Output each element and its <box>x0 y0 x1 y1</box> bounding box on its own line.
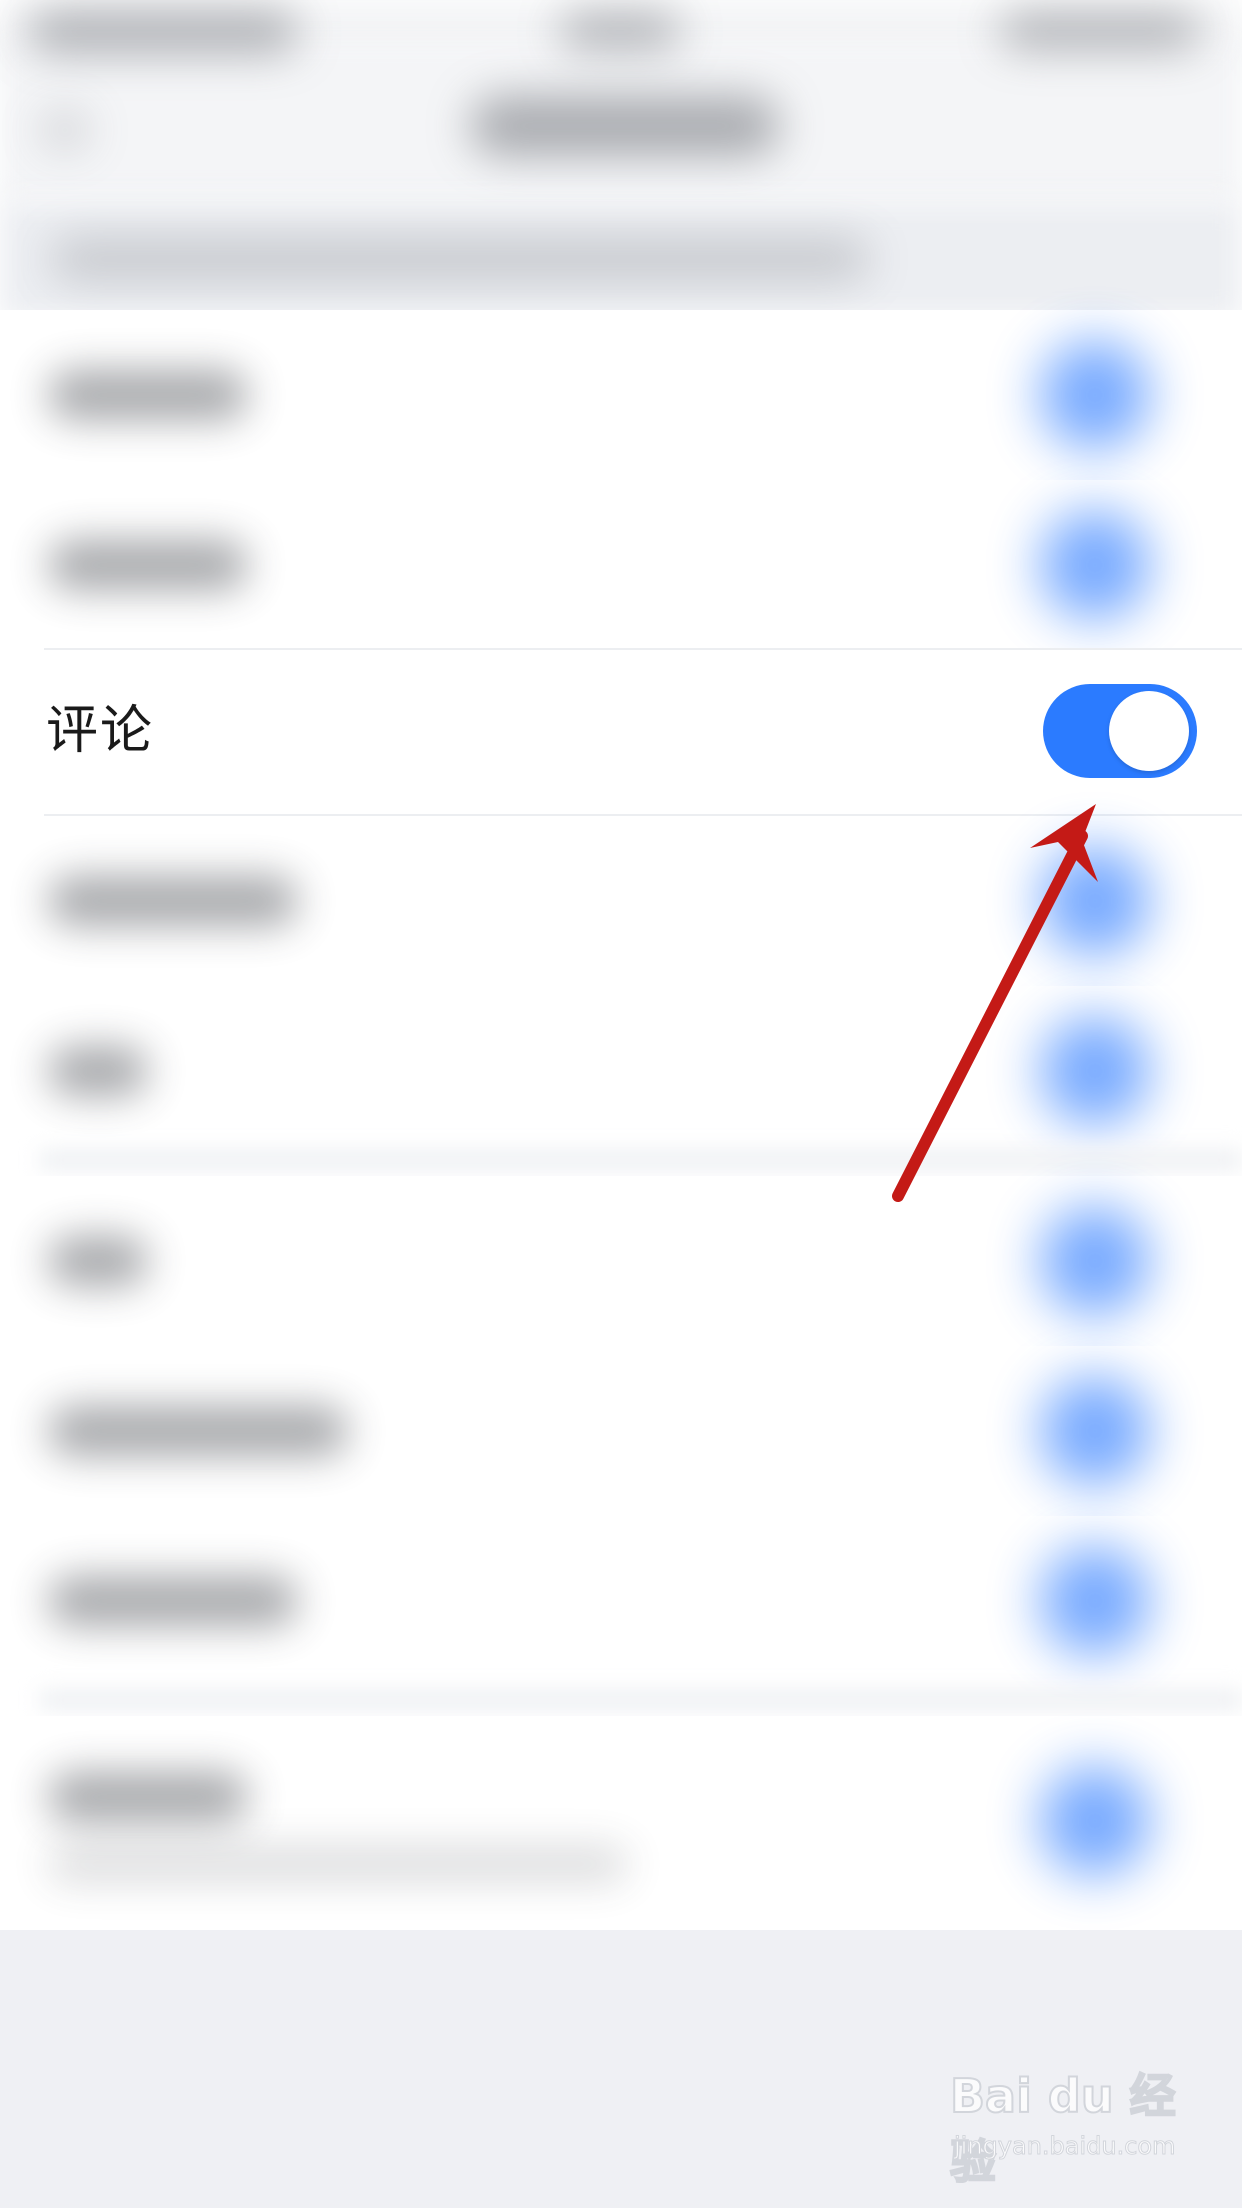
comments-toggle[interactable] <box>1043 684 1197 778</box>
toggle-knob <box>1109 691 1189 771</box>
setting-row[interactable] <box>0 1716 1242 1926</box>
section-description-blur <box>50 238 870 280</box>
setting-row-label <box>48 1236 148 1286</box>
setting-row[interactable] <box>0 1346 1242 1516</box>
back-button[interactable] <box>40 110 90 150</box>
setting-row[interactable] <box>0 986 1242 1156</box>
setting-toggle[interactable] <box>1040 846 1150 956</box>
watermark-url: jingyan.baidu.com <box>953 2132 1176 2161</box>
watermark: Bai du 经验 jingyan.baidu.com <box>949 2060 1210 2190</box>
setting-row-label <box>48 876 298 926</box>
setting-row-label <box>48 540 248 590</box>
setting-row-comments[interactable]: 评论 <box>0 648 1242 816</box>
watermark-logo: Bai du 经验 <box>949 2068 1177 2190</box>
setting-row-label <box>48 1046 148 1096</box>
setting-toggle[interactable] <box>1040 340 1150 450</box>
setting-toggle[interactable] <box>1040 1016 1150 1126</box>
setting-row-label <box>48 1772 248 1822</box>
setting-row[interactable] <box>0 1176 1242 1346</box>
setting-toggle[interactable] <box>1040 1546 1150 1656</box>
status-time-blur <box>28 12 298 52</box>
setting-row[interactable] <box>0 480 1242 650</box>
setting-toggle[interactable] <box>1040 1766 1150 1876</box>
setting-row[interactable] <box>0 816 1242 986</box>
page-title-blur <box>470 96 780 156</box>
status-battery-blur <box>1000 14 1200 48</box>
setting-row-label <box>48 1406 348 1456</box>
setting-toggle[interactable] <box>1040 510 1150 620</box>
setting-row-label <box>48 1576 298 1626</box>
setting-row-description <box>48 1846 628 1882</box>
setting-toggle[interactable] <box>1040 1376 1150 1486</box>
setting-row-label: 评论 <box>46 701 155 761</box>
settings-screen: 评论 Bai du 经验 jingyan.baidu.com <box>0 0 1242 2208</box>
divider <box>44 648 1242 650</box>
setting-row-label <box>48 370 248 420</box>
setting-row[interactable] <box>0 1516 1242 1686</box>
divider <box>40 1690 1242 1710</box>
setting-toggle[interactable] <box>1040 1206 1150 1316</box>
setting-row[interactable] <box>0 310 1242 480</box>
divider <box>40 1150 1242 1170</box>
status-center-blur <box>560 14 680 48</box>
